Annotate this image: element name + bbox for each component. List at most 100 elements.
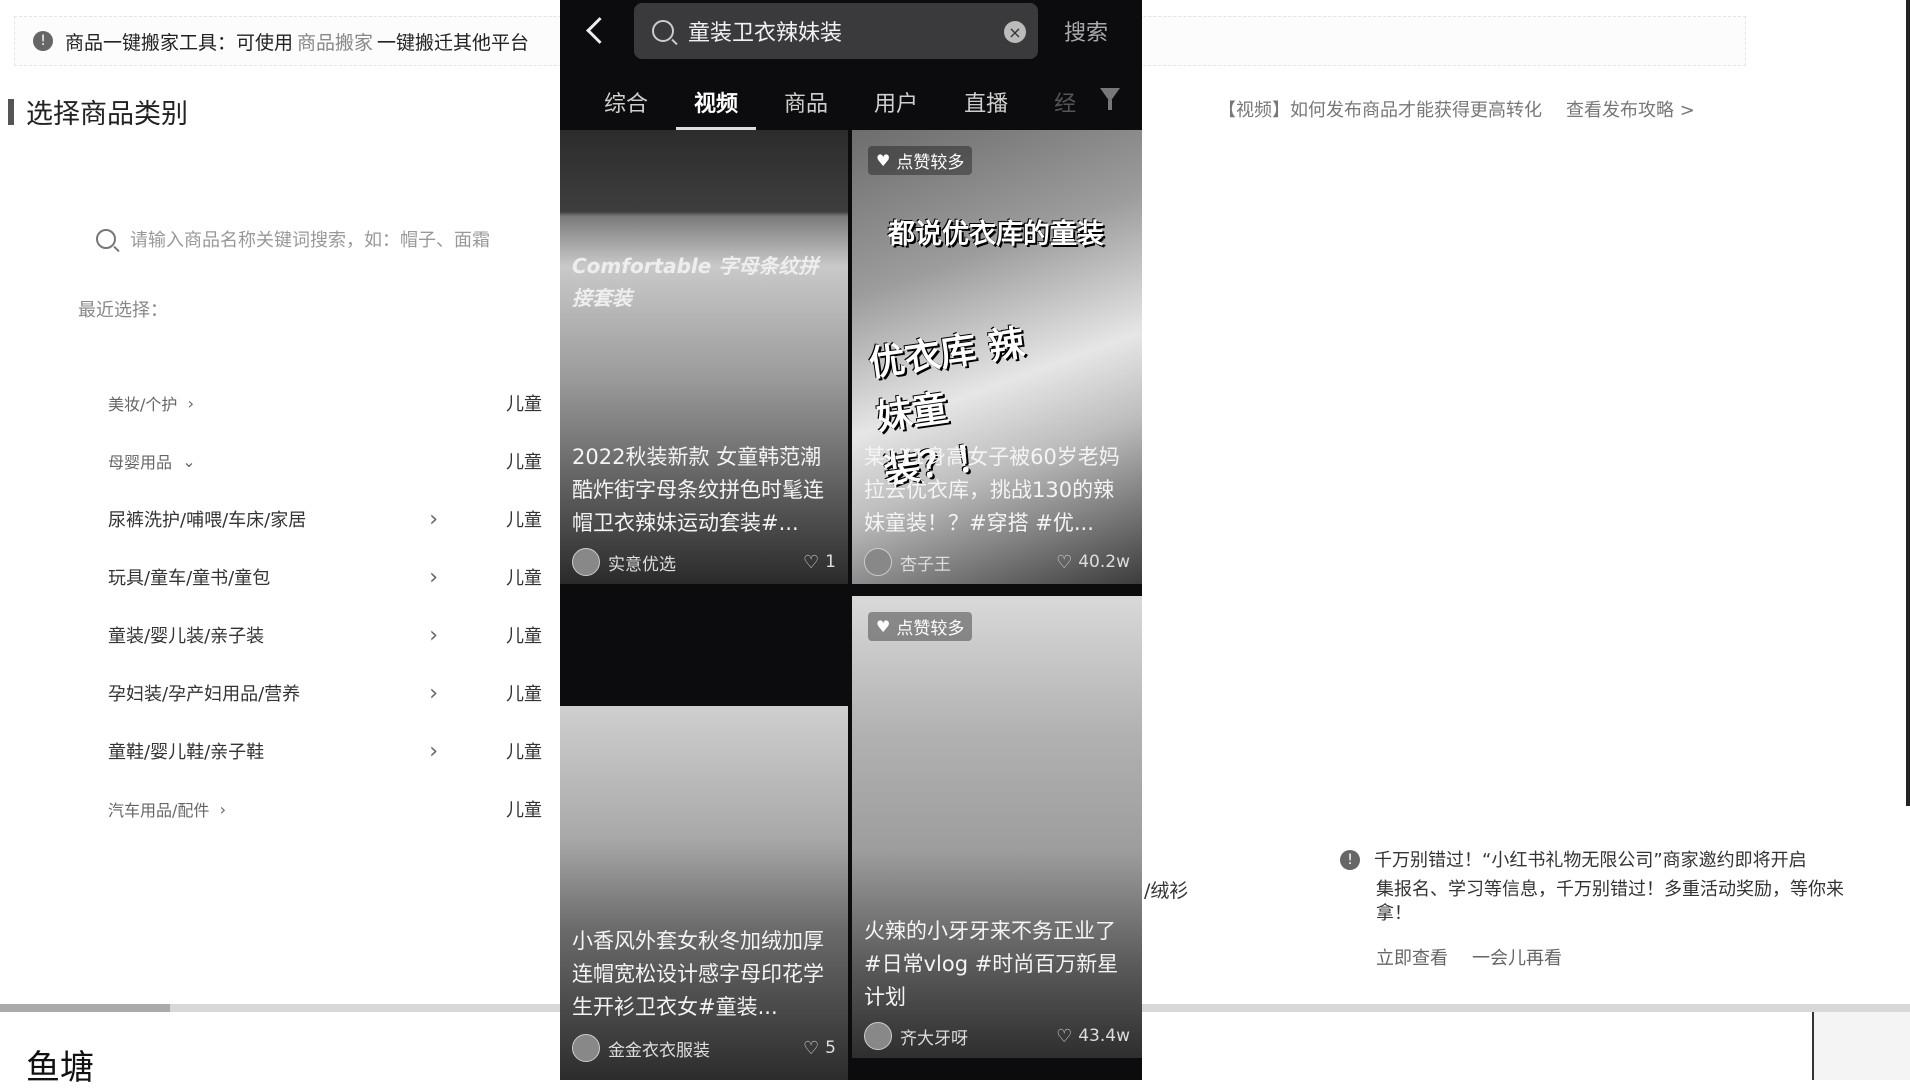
thumbnail-overlay-text: Comfortable 字母条纹拼接套装 bbox=[572, 254, 819, 310]
author-name[interactable]: 杏子王 bbox=[900, 550, 951, 575]
like-count: 43.4w bbox=[1078, 1026, 1130, 1046]
scrollbar-thumb[interactable] bbox=[0, 1004, 170, 1012]
category-label: 美妆/个护 bbox=[108, 395, 178, 414]
subcategory-item[interactable]: 儿童 bbox=[506, 780, 566, 838]
search-button[interactable]: 搜索 bbox=[1064, 15, 1108, 47]
page-title: 选择商品类别 bbox=[8, 92, 188, 131]
heart-icon[interactable]: ♡ bbox=[803, 552, 819, 573]
subcategory-item[interactable]: 儿童 bbox=[506, 374, 566, 432]
subcategory-item[interactable]: 儿童 bbox=[506, 490, 566, 548]
category-item-kidswear[interactable]: 童装/婴儿装/亲子装 › bbox=[108, 606, 438, 664]
like-count: 5 bbox=[825, 1038, 836, 1058]
heart-icon[interactable]: ♡ bbox=[803, 1038, 819, 1059]
category-label: 童装/婴儿装/亲子装 bbox=[108, 626, 265, 647]
video-card[interactable]: ♥ 点赞较多 都说优衣库的童装 优衣库 辣妹童装？！ 某171身高女子被60岁老妈… bbox=[852, 130, 1142, 584]
avatar[interactable] bbox=[864, 1022, 892, 1050]
tab-goods[interactable]: 商品 bbox=[784, 76, 828, 128]
like-count: 40.2w bbox=[1078, 552, 1130, 572]
tab-all[interactable]: 综合 bbox=[604, 76, 648, 128]
category-item-kidshoes[interactable]: 童鞋/婴儿鞋/亲子鞋 › bbox=[108, 722, 438, 780]
tab-video[interactable]: 视频 bbox=[676, 76, 757, 130]
vertical-scrollbar[interactable] bbox=[1906, 0, 1910, 806]
avatar[interactable] bbox=[572, 548, 600, 576]
badge-label: 点赞较多 bbox=[896, 619, 965, 639]
video-caption: 某171身高女子被60岁老妈拉去优衣库，挑战130的辣妹童装！？#穿搭 #优..… bbox=[864, 445, 1120, 535]
category-search-input[interactable]: 请输入商品名称关键词搜索，如：帽子、面霜 bbox=[96, 226, 490, 252]
video-caption: 2022秋装新款 女童韩范潮酷炸街字母条纹拼色时髦连帽卫衣辣妹运动套装#... bbox=[572, 445, 824, 535]
category-item-maternity[interactable]: 孕妇装/孕产妇用品/营养 › bbox=[108, 664, 438, 722]
third-level-category-fragment[interactable]: /绒衫 bbox=[1144, 876, 1188, 903]
title-accent-bar bbox=[8, 98, 14, 125]
search-header: 童装卫衣辣妹装 × 搜索 bbox=[560, 0, 1142, 62]
subcategory-item[interactable]: 儿童 bbox=[506, 548, 566, 606]
category-item-diapers[interactable]: 尿裤洗护/哺喂/车床/家居 › bbox=[108, 490, 438, 548]
tab-more[interactable]: 经 bbox=[1054, 76, 1076, 128]
avatar[interactable] bbox=[572, 1034, 600, 1062]
popular-badge: ♥ 点赞较多 bbox=[868, 612, 973, 641]
avatar[interactable] bbox=[864, 548, 892, 576]
back-arrow-icon[interactable] bbox=[582, 17, 610, 45]
category-search-placeholder: 请输入商品名称关键词搜索，如：帽子、面霜 bbox=[130, 230, 490, 251]
category-item-auto[interactable]: 汽车用品/配件 › bbox=[108, 780, 438, 838]
thumbnail-headline: 都说优衣库的童装 bbox=[888, 219, 1104, 250]
chevron-right-icon: › bbox=[429, 564, 438, 590]
subcategory-item[interactable]: 儿童 bbox=[506, 664, 566, 722]
category-label: 尿裤洗护/哺喂/车床/家居 bbox=[108, 510, 307, 531]
category-label: 母婴用品 bbox=[108, 453, 173, 472]
tab-users[interactable]: 用户 bbox=[874, 76, 918, 128]
banner-view-button[interactable]: 立即查看 bbox=[1376, 944, 1448, 970]
heart-icon[interactable]: ♡ bbox=[1056, 1026, 1072, 1047]
notice-prefix: 商品一键搬家工具：可使用 bbox=[65, 31, 294, 54]
video-card[interactable]: 小香风外套女秋冬加绒加厚连帽宽松设计感字母印花学生开衫卫衣女#童装... 金金衣… bbox=[560, 706, 848, 1080]
chevron-right-icon: › bbox=[187, 393, 194, 413]
filter-icon[interactable] bbox=[1100, 88, 1120, 110]
tab-live[interactable]: 直播 bbox=[964, 76, 1008, 128]
video-guide-link[interactable]: 【视频】如何发布商品才能获得更高转化 bbox=[1218, 96, 1542, 122]
clear-icon[interactable]: × bbox=[1004, 21, 1026, 43]
author-name[interactable]: 实意优选 bbox=[608, 550, 676, 575]
subcategory-item[interactable]: 儿童 bbox=[506, 432, 566, 490]
category-label: 玩具/童车/童书/童包 bbox=[108, 568, 271, 589]
category-label: 童鞋/婴儿鞋/亲子鞋 bbox=[108, 742, 265, 763]
banner-body: 集报名、学习等信息，千万别错过！多重活动奖励，等你来拿！ bbox=[1376, 879, 1844, 924]
strategy-link[interactable]: 查看发布攻略 > bbox=[1566, 96, 1695, 122]
search-icon bbox=[652, 20, 674, 42]
recent-label: 最近选择： bbox=[78, 300, 168, 321]
category-label: 汽车用品/配件 bbox=[108, 801, 210, 820]
notice-link[interactable]: 商品搬家 bbox=[297, 28, 373, 55]
search-query: 童装卫衣辣妹装 bbox=[688, 21, 843, 46]
banner-later-button[interactable]: 一会儿再看 bbox=[1472, 944, 1562, 970]
info-icon: ! bbox=[33, 31, 53, 51]
chevron-right-icon: › bbox=[429, 738, 438, 764]
invite-banner: ! 千万别错过！“小红书礼物无限公司”商家邀约即将开启 集报名、学习等信息，千万… bbox=[1340, 846, 1870, 970]
result-tabs: 综合 视频 商品 用户 直播 经 bbox=[560, 76, 1142, 130]
pond-section-title: 鱼塘 bbox=[26, 1048, 94, 1088]
author-name[interactable]: 齐大牙呀 bbox=[900, 1024, 968, 1049]
notice-suffix: 一键搬迁其他平台 bbox=[377, 31, 530, 54]
category-item-maternal[interactable]: 母婴用品 ⌄ bbox=[108, 432, 438, 490]
heart-icon[interactable]: ♡ bbox=[1056, 552, 1072, 573]
category-label: 孕妇装/孕产妇用品/营养 bbox=[108, 684, 301, 705]
category-list: 美妆/个护 › 母婴用品 ⌄ 尿裤洗护/哺喂/车床/家居 › 玩具/童车/童书/… bbox=[108, 374, 438, 838]
video-card[interactable]: Comfortable 字母条纹拼接套装 2022秋装新款 女童韩范潮酷炸街字母… bbox=[560, 130, 848, 584]
app-search-input[interactable]: 童装卫衣辣妹装 × bbox=[634, 3, 1038, 59]
page-title-text: 选择商品类别 bbox=[26, 99, 188, 130]
corner-panel bbox=[1812, 1012, 1910, 1080]
video-caption: 小香风外套女秋冬加绒加厚连帽宽松设计感字母印花学生开衫卫衣女#童装... bbox=[572, 929, 824, 1019]
chevron-right-icon: › bbox=[429, 506, 438, 532]
like-count: 1 bbox=[825, 552, 836, 572]
author-name[interactable]: 金金衣衣服装 bbox=[608, 1036, 710, 1061]
chevron-right-icon: › bbox=[219, 799, 226, 819]
info-icon: ! bbox=[1340, 850, 1360, 870]
category-item-toys[interactable]: 玩具/童车/童书/童包 › bbox=[108, 548, 438, 606]
chevron-right-icon: › bbox=[429, 622, 438, 648]
video-caption: 火辣的小牙牙来不务正业了#日常vlog #时尚百万新星计划 bbox=[864, 919, 1119, 1009]
subcategory-item[interactable]: 儿童 bbox=[506, 722, 566, 780]
badge-label: 点赞较多 bbox=[896, 153, 965, 173]
phone-app-overlay: 童装卫衣辣妹装 × 搜索 综合 视频 商品 用户 直播 经 Comfortabl… bbox=[560, 0, 1142, 1080]
subcategory-list: 儿童 儿童 儿童 儿童 儿童 儿童 儿童 儿童 bbox=[506, 374, 566, 838]
category-item-beauty[interactable]: 美妆/个护 › bbox=[108, 374, 438, 432]
heart-icon: ♥ bbox=[876, 617, 891, 636]
video-card[interactable]: ♥ 点赞较多 火辣的小牙牙来不务正业了#日常vlog #时尚百万新星计划 齐大牙呀… bbox=[852, 596, 1142, 1058]
subcategory-item[interactable]: 儿童 bbox=[506, 606, 566, 664]
